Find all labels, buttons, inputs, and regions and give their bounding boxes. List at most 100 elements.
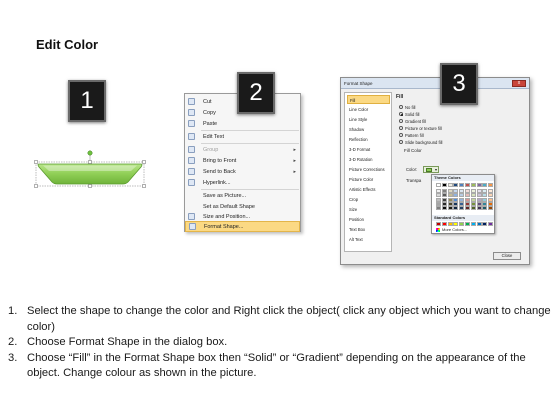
color-swatch[interactable]: [464, 222, 470, 226]
scissors-icon: [188, 98, 195, 105]
nav-item-size[interactable]: Size: [347, 205, 390, 214]
color-swatch[interactable]: [488, 183, 494, 187]
nav-item-fill[interactable]: Fill: [347, 95, 390, 104]
radio-selected-icon: [399, 112, 403, 116]
nav-item-position[interactable]: Position: [347, 215, 390, 224]
color-swatch[interactable]: [470, 206, 476, 211]
color-swatch[interactable]: [459, 183, 465, 187]
nav-item-picture-corrections[interactable]: Picture Corrections: [347, 165, 390, 174]
nav-item-picture-color[interactable]: Picture Color: [347, 175, 390, 184]
color-swatch[interactable]: [464, 183, 470, 187]
color-swatch[interactable]: [453, 206, 459, 211]
nav-item-3d-format[interactable]: 3-D Format: [347, 145, 390, 154]
color-swatch[interactable]: [453, 183, 459, 187]
menu-item-send-to-back[interactable]: Send to Back ▸: [185, 166, 300, 177]
color-swatch[interactable]: [470, 183, 476, 187]
close-button[interactable]: Close: [493, 252, 521, 260]
color-swatch[interactable]: [459, 206, 465, 211]
submenu-arrow-icon: ▸: [293, 146, 296, 153]
color-swatch[interactable]: [447, 222, 453, 226]
menu-item-edit-text[interactable]: Edit Text: [185, 131, 300, 142]
color-swatch[interactable]: [441, 183, 447, 187]
instruction-item: 1. Select the shape to change the color a…: [8, 305, 551, 333]
radio-no-fill[interactable]: No fill: [399, 104, 415, 110]
nav-item-artistic-effects[interactable]: Artistic Effects: [347, 185, 390, 194]
theme-color-row: [436, 183, 494, 187]
nav-item-reflection[interactable]: Reflection: [347, 135, 390, 144]
radio-icon: [399, 119, 403, 123]
green-shape[interactable]: [34, 150, 146, 190]
radio-solid-fill[interactable]: Solid fill: [399, 111, 419, 117]
color-swatch[interactable]: [476, 222, 482, 226]
format-shape-icon: [189, 223, 196, 230]
paint-bucket-icon: [426, 168, 432, 172]
color-swatch[interactable]: [482, 183, 488, 187]
submenu-arrow-icon: ▸: [293, 157, 296, 164]
submenu-arrow-icon: ▸: [293, 168, 296, 175]
nav-item-alt-text[interactable]: Alt Text: [347, 235, 390, 244]
color-swatch[interactable]: [464, 206, 470, 211]
bring-to-front-icon: [188, 157, 195, 164]
chevron-down-icon: ▾: [434, 167, 437, 172]
fill-panel: Fill No fill Solid fill Gradient fill Pi…: [396, 92, 526, 252]
radio-icon: [399, 126, 403, 130]
radio-gradient-fill[interactable]: Gradient fill: [399, 118, 426, 124]
send-to-back-icon: [188, 168, 195, 175]
more-colors-option[interactable]: More Colors...: [436, 227, 467, 232]
radio-icon: [399, 140, 403, 144]
color-swatch[interactable]: [482, 222, 488, 226]
color-swatch[interactable]: [436, 206, 441, 211]
radio-pattern-fill[interactable]: Pattern fill: [399, 132, 424, 138]
color-swatch[interactable]: [476, 206, 482, 211]
radio-slide-background-fill[interactable]: Slide background fill: [399, 139, 442, 145]
group-icon: [188, 146, 195, 153]
size-position-icon: [188, 213, 195, 220]
color-swatch[interactable]: [436, 183, 441, 187]
dialog-nav: Fill Line Color Line Style Shadow Reflec…: [344, 92, 392, 252]
dialog-title: Format Shape: [344, 81, 373, 86]
menu-item-format-shape[interactable]: Format Shape...: [185, 221, 300, 232]
nav-item-shadow[interactable]: Shadow: [347, 125, 390, 134]
menu-item-bring-to-front[interactable]: Bring to Front ▸: [185, 155, 300, 166]
color-swatch[interactable]: [447, 206, 453, 211]
nav-item-text-box[interactable]: Text Box: [347, 225, 390, 234]
standard-colors-heading: Standard Colors: [432, 215, 494, 221]
nav-item-line-style[interactable]: Line Style: [347, 115, 390, 124]
instruction-item: 2. Choose Format Shape in the dialog box.: [8, 336, 228, 348]
fill-color-dropdown[interactable]: ▾: [423, 166, 439, 173]
step-2-badge: 2: [237, 72, 275, 114]
nav-item-line-color[interactable]: Line Color: [347, 105, 390, 114]
menu-item-save-as-picture[interactable]: Save as Picture...: [185, 190, 300, 201]
color-swatch[interactable]: [470, 222, 476, 226]
step-1-badge: 1: [68, 80, 106, 122]
color-swatch[interactable]: [453, 222, 459, 226]
menu-item-group[interactable]: Group ▸: [185, 144, 300, 155]
color-picker-popup: Theme Colors Standard Colors More Colors…: [431, 174, 495, 234]
instruction-item: 3. Choose “Fill” in the Format Shape box …: [8, 351, 526, 380]
dialog-title-bar: Format Shape x: [341, 78, 529, 89]
theme-colors-heading: Theme Colors: [432, 175, 494, 181]
menu-item-paste[interactable]: Paste: [185, 118, 300, 129]
color-swatch[interactable]: [482, 206, 488, 211]
menu-item-hyperlink[interactable]: Hyperlink...: [185, 177, 300, 188]
radio-icon: [399, 105, 403, 109]
fill-heading: Fill: [396, 94, 404, 100]
color-swatch[interactable]: [441, 206, 447, 211]
step-3-badge: 3: [440, 63, 478, 105]
close-icon[interactable]: x: [512, 80, 526, 87]
color-wheel-icon: [436, 227, 440, 232]
copy-icon: [188, 109, 195, 116]
color-swatch[interactable]: [476, 183, 482, 187]
format-shape-dialog: Format Shape x Fill Line Color Line Styl…: [340, 77, 530, 265]
color-swatch[interactable]: [459, 222, 465, 226]
standard-color-row: [436, 222, 494, 226]
color-swatch[interactable]: [447, 183, 453, 187]
color-swatch[interactable]: [488, 222, 494, 226]
color-swatch[interactable]: [488, 206, 494, 211]
nav-item-crop[interactable]: Crop: [347, 195, 390, 204]
radio-icon: [399, 133, 403, 137]
color-swatch[interactable]: [441, 222, 447, 226]
radio-picture-fill[interactable]: Picture or texture fill: [399, 125, 442, 131]
color-swatch[interactable]: [436, 222, 441, 226]
nav-item-3d-rotation[interactable]: 3-D Rotation: [347, 155, 390, 164]
